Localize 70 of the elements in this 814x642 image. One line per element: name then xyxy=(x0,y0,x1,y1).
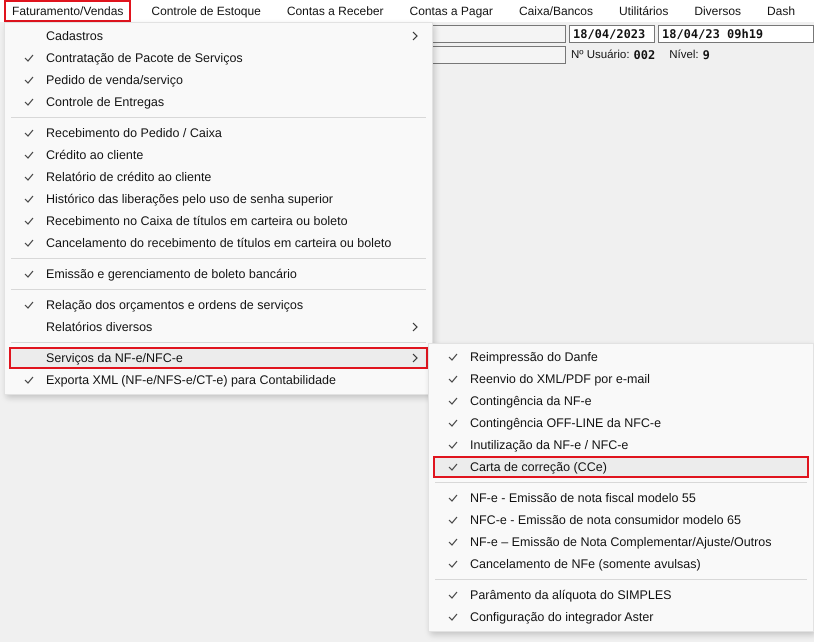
menu-item[interactable]: Recebimento do Pedido / Caixa xyxy=(9,122,428,144)
level-label: Nível: xyxy=(669,49,699,61)
menu-item[interactable]: NF-e – Emissão de Nota Complementar/Ajuste/Outros xyxy=(433,531,809,553)
level-value: 9 xyxy=(702,48,710,62)
check-icon xyxy=(448,516,458,524)
menu-bar-item[interactable]: Dash xyxy=(765,0,798,22)
menu-item[interactable]: Configuração do integrador Aster xyxy=(433,606,809,628)
check-icon xyxy=(24,76,34,84)
menu-bar-item[interactable]: Faturamento/Vendas xyxy=(4,0,132,22)
menu-item[interactable]: Contingência OFF-LINE da NFC-e xyxy=(433,412,809,434)
menu-item[interactable]: Parâmento da alíquota do SIMPLES xyxy=(433,584,809,606)
menu-item[interactable]: Histórico das liberações pelo uso de senha superior xyxy=(9,188,428,210)
chevron-right-icon xyxy=(412,322,418,332)
text-field[interactable] xyxy=(430,46,566,64)
check-icon xyxy=(24,301,34,309)
menu-item[interactable]: Controle de Entregas xyxy=(9,91,428,113)
check-icon xyxy=(448,353,458,361)
menu-item[interactable]: Crédito ao cliente xyxy=(9,144,428,166)
chevron-right-icon xyxy=(412,31,418,41)
check-icon xyxy=(448,375,458,383)
check-icon xyxy=(24,129,34,137)
check-icon xyxy=(24,151,34,159)
menu-item[interactable]: Inutilização da NF-e / NFC-e xyxy=(433,434,809,456)
check-icon xyxy=(448,613,458,621)
check-icon xyxy=(448,494,458,502)
menu-item[interactable]: Cancelamento de NFe (somente avulsas) xyxy=(433,553,809,575)
check-icon xyxy=(448,397,458,405)
menu-item[interactable]: Exporta XML (NF-e/NFS-e/CT-e) para Contabilidade xyxy=(9,369,428,391)
menu-item[interactable]: Contingência da NF-e xyxy=(433,390,809,412)
menu-item[interactable]: Contratação de Pacote de Serviços xyxy=(9,47,428,69)
datetime-field: 18/04/23 09h19 xyxy=(658,25,814,43)
check-icon xyxy=(24,98,34,106)
menu-item[interactable]: Pedido de venda/serviço xyxy=(9,69,428,91)
check-icon xyxy=(448,538,458,546)
menu-item[interactable]: NF-e - Emissão de nota fiscal modelo 55 xyxy=(433,487,809,509)
menu-bar-item[interactable]: Contas a Pagar xyxy=(408,0,495,22)
check-icon xyxy=(24,195,34,203)
menu-item[interactable]: Relatórios diversos xyxy=(9,316,428,338)
menu-item[interactable]: Emissão e gerenciamento de boleto bancário xyxy=(9,263,428,285)
menu-item[interactable]: Recebimento no Caixa de títulos em carteira ou boleto xyxy=(9,210,428,232)
menu-item[interactable]: NFC-e - Emissão de nota consumidor modelo 65 xyxy=(433,509,809,531)
check-icon xyxy=(24,270,34,278)
check-icon xyxy=(448,560,458,568)
menu-item[interactable]: Carta de correção (CCe) xyxy=(433,456,809,478)
menu-bar-item[interactable]: Controle de Estoque xyxy=(149,0,263,22)
menu-bar-item[interactable]: Utilitários xyxy=(616,0,670,22)
menu-bar-item[interactable]: Diversos xyxy=(692,0,744,22)
text-field[interactable] xyxy=(430,25,566,43)
chevron-right-icon xyxy=(412,353,418,363)
user-number: 002 xyxy=(634,48,656,62)
menu-item[interactable]: Relação dos orçamentos e ordens de serviços xyxy=(9,294,428,316)
menu-bar-item[interactable]: Contas a Receber xyxy=(284,0,386,22)
check-icon xyxy=(448,463,458,471)
menu-item[interactable]: Reimpressão do Danfe xyxy=(433,346,809,368)
menu-bar-item[interactable]: Caixa/Bancos xyxy=(516,0,595,22)
check-icon xyxy=(24,54,34,62)
date-field: 18/04/2023 xyxy=(569,25,655,43)
menu-item[interactable]: Cancelamento do recebimento de títulos em carteira ou boleto xyxy=(9,232,428,254)
menu-item[interactable]: Serviços da NF-e/NFC-e xyxy=(9,347,428,369)
check-icon xyxy=(448,419,458,427)
check-icon xyxy=(448,441,458,449)
check-icon xyxy=(24,239,34,247)
user-label: Nº Usuário: xyxy=(571,49,630,61)
check-icon xyxy=(448,591,458,599)
menu-item[interactable]: Reenvio do XML/PDF por e-mail xyxy=(433,368,809,390)
check-icon xyxy=(24,217,34,225)
menu-item[interactable]: Relatório de crédito ao cliente xyxy=(9,166,428,188)
check-icon xyxy=(24,173,34,181)
menu-item[interactable]: Cadastros xyxy=(9,25,428,47)
check-icon xyxy=(24,376,34,384)
